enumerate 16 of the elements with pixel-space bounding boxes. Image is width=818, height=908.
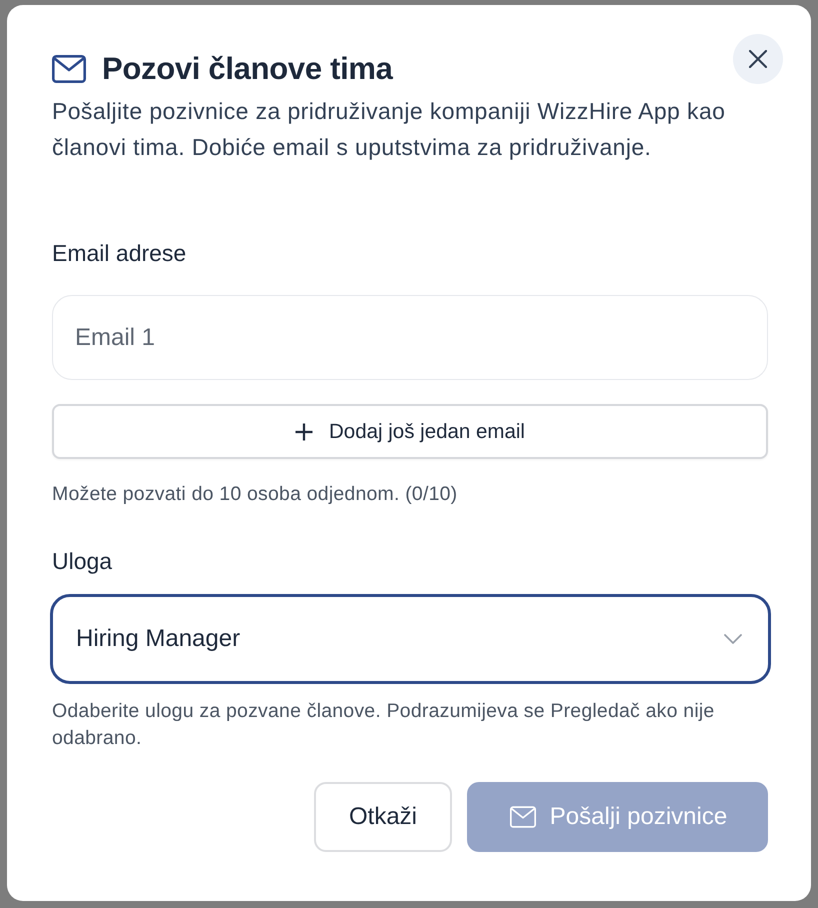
plus-icon (294, 422, 313, 440)
email-hint: Možete pozvati do 10 osoba odjednom. (0/10) (52, 482, 458, 507)
chevron-down-icon (724, 634, 742, 644)
add-email-button[interactable]: Dodaj još jedan email (52, 404, 768, 459)
mail-icon (52, 55, 86, 83)
field-label: Email adrese (52, 239, 188, 268)
field-label: Uloga (52, 547, 114, 576)
close-button[interactable] (733, 34, 783, 84)
role-hint: Odaberite ulogu za pozvane članove. Podrazumijeva se Pregledač ako nije odabrano. (52, 699, 716, 751)
role-select[interactable]: Hiring Manager (50, 594, 771, 684)
mail-icon (510, 806, 536, 828)
close-icon (749, 50, 767, 68)
email-input-field[interactable]: Email 1 (52, 295, 768, 380)
dialog-description: Pošaljite pozivnice za pridruživanje kompaniji WizzHire App kao članovi tima. Dobiće email s uputstvima za pridruživanje. (52, 97, 726, 162)
cancel-button[interactable]: Otkaži (314, 782, 452, 852)
dialog-title: Pozovi članove tima (102, 50, 393, 88)
